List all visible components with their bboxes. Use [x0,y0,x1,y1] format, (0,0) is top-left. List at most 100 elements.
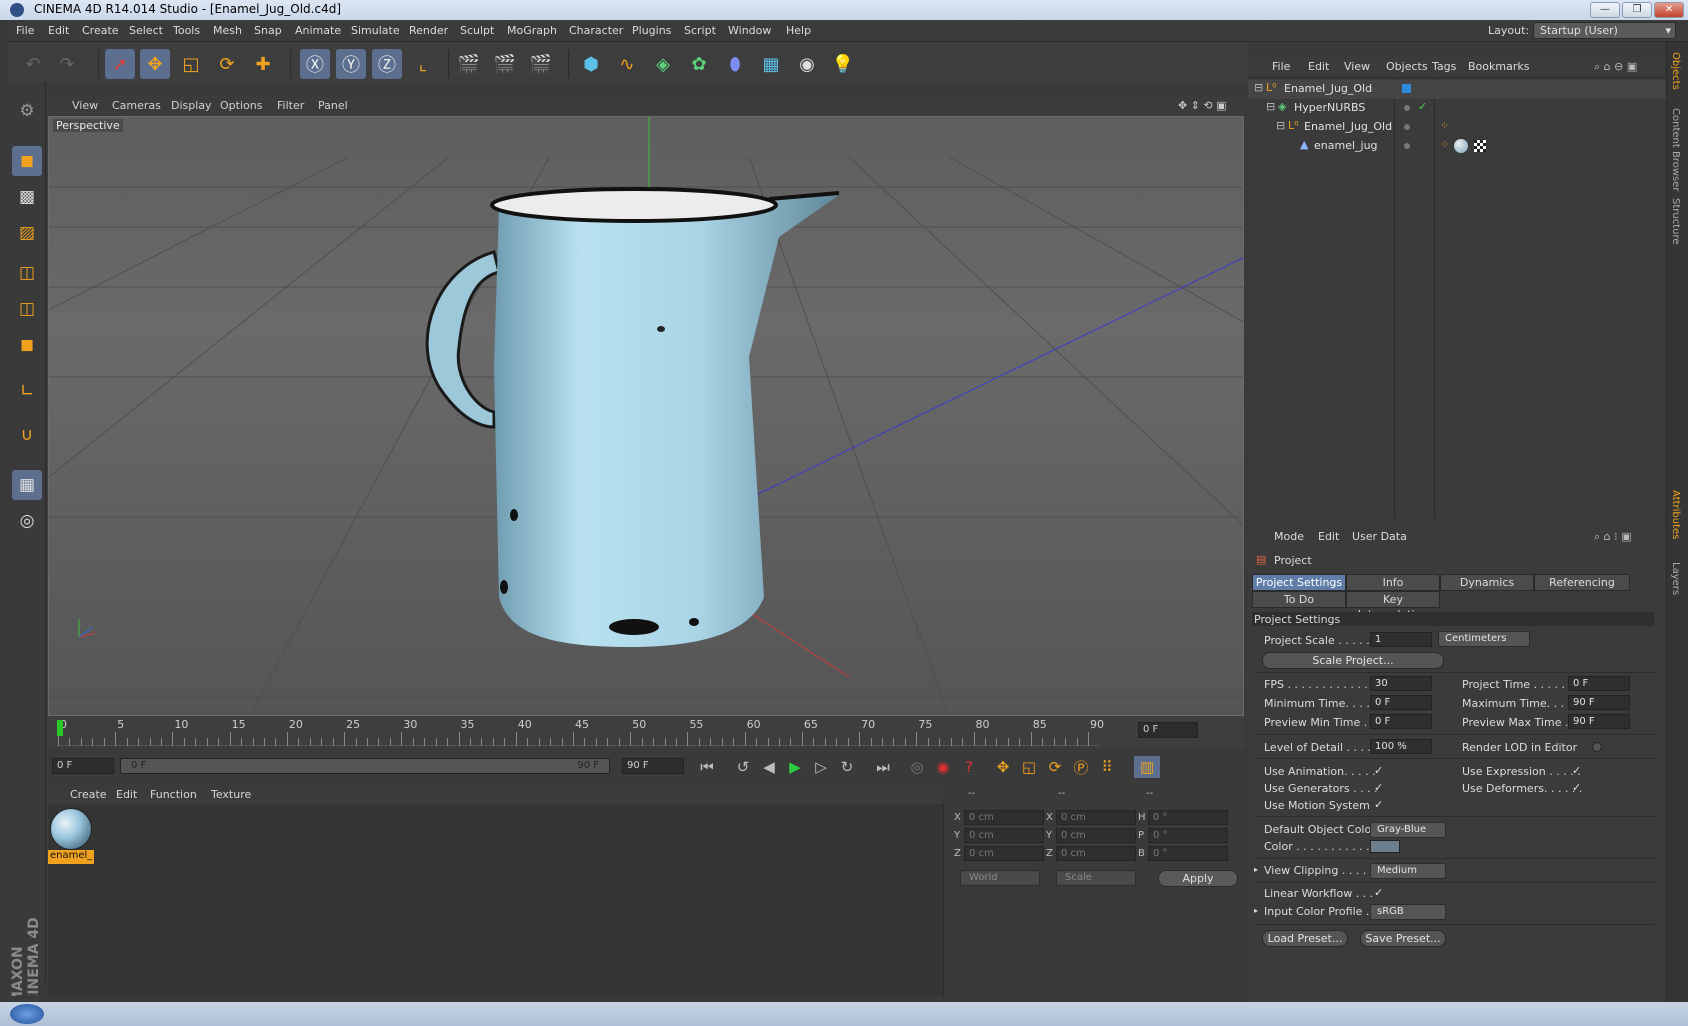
start-button-icon[interactable] [10,1004,44,1024]
menu-window[interactable]: Window [728,24,771,37]
uvw-tag-icon[interactable] [1474,140,1486,152]
axis-mode-icon[interactable]: ∟ [12,376,42,406]
coordinate-system-icon[interactable]: ⌞ [408,49,438,79]
timeline-ruler[interactable]: 0 5 10 15 20 25 30 35 40 45 50 55 60 65 70 75 80 85 90 0 F [48,716,1244,748]
attribute-manager-tools-icon[interactable]: ⌕ ⌂ ⁝ ▣ [1594,530,1632,544]
cube-primitive-icon[interactable]: ⬢ [576,49,606,79]
viewport-menu-view[interactable]: View [72,99,98,112]
tab-info[interactable]: Info [1346,574,1440,591]
object-menu-view[interactable]: View [1344,60,1370,73]
object-manager-tools-icon[interactable]: ⌕ ⌂ ⊖ ▣ [1594,60,1637,74]
rotation-h-field[interactable]: 0 ° [1148,810,1228,825]
rotate-tool-icon[interactable]: ⟳ [212,49,242,79]
tab-project-settings[interactable]: Project Settings [1252,574,1346,591]
object-name[interactable]: HyperNURBS [1294,101,1365,114]
expand-icon[interactable]: ⊟ [1266,100,1275,113]
maximize-button[interactable]: ❐ [1622,2,1652,18]
material-thumbnail[interactable] [50,808,92,850]
previous-key-icon[interactable]: ↺ [730,756,756,778]
render-view-icon[interactable]: 🎬 [454,49,484,79]
preview-min-time-field[interactable]: 0 F [1370,714,1432,729]
tab-referencing[interactable]: Referencing [1534,574,1630,591]
use-animation-checkbox[interactable]: ✓ [1374,765,1386,777]
move-tool-icon[interactable]: ✥ [140,49,170,79]
go-to-end-icon[interactable]: ⏭ [870,756,896,778]
play-icon[interactable]: ▶ [782,756,808,778]
object-name[interactable]: enamel_jug [1314,139,1378,152]
range-slider[interactable]: 0 F 90 F [120,758,610,774]
object-name[interactable]: Enamel_Jug_Old [1284,82,1372,95]
menu-select[interactable]: Select [129,24,163,37]
position-z-field[interactable]: 0 cm [964,846,1044,861]
expand-arrow-icon[interactable]: ▸ [1254,865,1258,874]
preview-max-time-field[interactable]: 90 F [1568,714,1630,729]
menu-edit[interactable]: Edit [48,24,69,37]
previous-frame-icon[interactable]: ◀ [756,756,782,778]
planar-workplane-icon[interactable]: ◎ [12,506,42,536]
menu-mesh[interactable]: Mesh [213,24,242,37]
x-axis-lock-icon[interactable]: Ⓧ [300,49,330,79]
key-pla-icon[interactable]: ⠿ [1094,756,1120,778]
expand-icon[interactable]: ⊟ [1254,81,1263,94]
object-menu-edit[interactable]: Edit [1308,60,1329,73]
use-deformers-checkbox[interactable]: ✓ [1572,782,1584,794]
undo-icon[interactable]: ↶ [18,49,48,79]
side-tab-content-browser[interactable]: Content Browser [1670,108,1681,191]
object-row[interactable]: ⊟ L⁰ Enamel_Jug_Old ⁘ [1248,118,1666,137]
attribute-menu-mode[interactable]: Mode [1274,530,1304,543]
y-axis-lock-icon[interactable]: Ⓨ [336,49,366,79]
key-rotation-icon[interactable]: ⟳ [1042,756,1068,778]
menu-render[interactable]: Render [409,24,448,37]
material-name[interactable]: enamel_ [48,850,94,864]
playhead[interactable] [57,720,63,736]
locked-workplane-icon[interactable]: ▦ [12,470,42,500]
material-menu-edit[interactable]: Edit [116,788,137,801]
key-scale-icon[interactable]: ◱ [1016,756,1042,778]
material-menu-function[interactable]: Function [150,788,197,801]
object-menu-bookmarks[interactable]: Bookmarks [1468,60,1529,73]
side-tab-attributes[interactable]: Attributes [1670,490,1681,539]
minimize-button[interactable]: — [1590,2,1620,18]
object-menu-tags[interactable]: Tags [1432,60,1456,73]
apply-button[interactable]: Apply [1158,870,1238,887]
menu-tools[interactable]: Tools [173,24,200,37]
level-of-detail-field[interactable]: 100 % [1370,739,1432,754]
expand-icon[interactable]: ⊟ [1276,119,1285,132]
menu-file[interactable]: File [16,24,34,37]
layer-color-swatch[interactable] [1402,84,1411,93]
next-key-icon[interactable]: ↻ [834,756,860,778]
default-object-color-select[interactable]: Gray-Blue [1370,822,1446,838]
material-menu-create[interactable]: Create [70,788,107,801]
attribute-menu-edit[interactable]: Edit [1318,530,1339,543]
keyframe-selection-icon[interactable]: ? [956,756,982,778]
points-mode-icon[interactable]: ◫ [12,258,42,288]
z-axis-lock-icon[interactable]: Ⓩ [372,49,402,79]
size-z-field[interactable]: 0 cm [1056,846,1136,861]
project-scale-field[interactable]: 1 [1370,632,1432,647]
fps-field[interactable]: 30 [1370,676,1432,691]
autokeying-icon[interactable]: ◉ [930,756,956,778]
render-lod-checkbox[interactable] [1592,742,1602,752]
edges-mode-icon[interactable]: ◫ [12,294,42,324]
side-tab-objects[interactable]: Objects [1670,52,1681,90]
transform-tool-icon[interactable]: ✚ [248,49,278,79]
perspective-viewport[interactable]: Perspective [48,116,1244,716]
color-swatch[interactable] [1370,840,1400,853]
menu-snap[interactable]: Snap [254,24,282,37]
render-picture-viewer-icon[interactable]: 🎬 [490,49,520,79]
menu-sculpt[interactable]: Sculpt [460,24,494,37]
enabled-check-icon[interactable]: ✓ [1418,100,1427,113]
menu-help[interactable]: Help [786,24,811,37]
tab-to-do[interactable]: To Do [1252,591,1346,608]
object-menu-objects[interactable]: Objects [1386,60,1428,73]
maximum-time-field[interactable]: 90 F [1568,695,1630,710]
texture-mode-icon[interactable]: ▩ [12,182,42,212]
layout-select[interactable]: Startup (User) ▾ [1533,22,1676,39]
object-row[interactable]: ▲ enamel_jug ⁘ [1248,137,1666,156]
view-clipping-select[interactable]: Medium [1370,863,1446,879]
attribute-menu-user-data[interactable]: User Data [1352,530,1407,543]
current-frame-field[interactable]: 0 F [1138,722,1198,738]
camera-icon[interactable]: ◉ [792,49,822,79]
viewport-menu-filter[interactable]: Filter [277,99,304,112]
workplane-icon[interactable]: ▨ [12,218,42,248]
